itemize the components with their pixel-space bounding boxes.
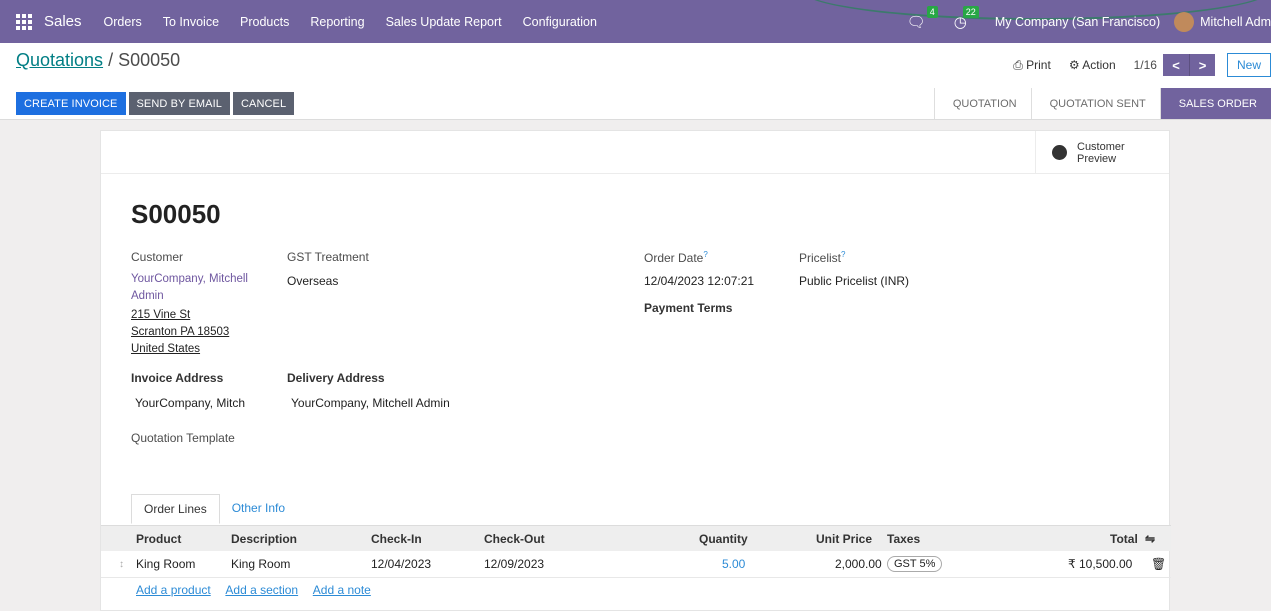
menu-products[interactable]: Products (240, 15, 289, 29)
pager-value[interactable]: 1/16 (1134, 58, 1157, 72)
button-box: Customer Preview (101, 131, 1169, 174)
col-description[interactable]: Description (231, 532, 297, 546)
menu-reporting[interactable]: Reporting (310, 15, 364, 29)
activities-badge: 22 (962, 5, 979, 18)
payment-terms-label: Payment Terms (644, 301, 733, 315)
menu-sales-update-report[interactable]: Sales Update Report (386, 15, 502, 29)
action-buttons: CREATE INVOICE SEND BY EMAIL CANCEL (16, 92, 295, 115)
messages-badge: 4 (926, 5, 938, 18)
order-lines-table: Product Description Check-In Check-Out Q… (101, 525, 1171, 578)
breadcrumb: Quotations / S00050 (16, 50, 180, 71)
cell-description[interactable]: King Room (231, 557, 290, 571)
activities-icon[interactable]: ◷ 22 (954, 5, 979, 31)
customer-name-line-1[interactable]: YourCompany, Mitchell (131, 271, 248, 288)
new-button[interactable]: New (1226, 53, 1271, 77)
pager-previous-button[interactable]: < (1162, 54, 1189, 76)
optional-columns-icon[interactable]: ⇋ (1145, 532, 1155, 546)
order-date-label: Order Date? (644, 250, 708, 265)
send-by-email-button[interactable]: SEND BY EMAIL (128, 92, 230, 115)
gst-treatment-label: GST Treatment (287, 250, 369, 264)
customer-address-line-1[interactable]: 215 Vine St (131, 307, 190, 324)
notebook-tabs: Order Lines Other Info (131, 494, 297, 524)
col-total[interactable]: Total (1110, 532, 1138, 546)
customer-name-line-2[interactable]: Admin (131, 288, 164, 305)
gear-icon: ⚙ (1068, 58, 1080, 72)
user-avatar[interactable] (1174, 11, 1195, 32)
user-menu[interactable]: Mitchell Adm (1200, 15, 1271, 29)
delivery-address-label: Delivery Address (287, 371, 385, 385)
pricelist-help-icon[interactable]: ? (841, 250, 845, 259)
app-switcher-icon[interactable] (16, 13, 34, 31)
status-quotation[interactable]: QUOTATION (933, 88, 1031, 119)
col-unit-price[interactable]: Unit Price (816, 532, 872, 546)
invoice-address-label: Invoice Address (131, 371, 224, 385)
table-header: Product Description Check-In Check-Out Q… (101, 526, 1171, 551)
pager-next-button[interactable]: > (1188, 54, 1215, 76)
tab-other-info[interactable]: Other Info (220, 494, 297, 524)
company-switcher[interactable]: My Company (San Francisco) (995, 15, 1160, 29)
print-label: Print (1026, 57, 1051, 72)
app-name[interactable]: Sales (44, 13, 82, 30)
col-check-in[interactable]: Check-In (371, 532, 422, 546)
cell-unit-price[interactable]: 2,000.00 (835, 557, 882, 571)
order-name: S00050 (131, 199, 221, 229)
pricelist-label-text: Pricelist (799, 251, 842, 265)
order-date-field[interactable]: 12/04/2023 12:07:21 (644, 274, 754, 288)
menu-configuration[interactable]: Configuration (523, 15, 597, 29)
menu-to-invoice[interactable]: To Invoice (163, 15, 219, 29)
cancel-button[interactable]: CANCEL (232, 92, 295, 115)
add-product-link[interactable]: Add a product (136, 583, 211, 597)
cell-total: ₹ 10,500.00 (1068, 557, 1133, 571)
col-product[interactable]: Product (136, 532, 181, 546)
pricelist-field[interactable]: Public Pricelist (INR) (799, 274, 909, 288)
cell-check-in[interactable]: 12/04/2023 (371, 557, 431, 571)
cell-product[interactable]: King Room (136, 557, 195, 571)
quotation-template-label: Quotation Template (131, 431, 235, 445)
form-sheet: Customer Preview S00050 Customer YourCom… (100, 130, 1171, 611)
add-note-link[interactable]: Add a note (313, 583, 371, 597)
tab-order-lines[interactable]: Order Lines (131, 494, 220, 524)
pricelist-label: Pricelist? (799, 250, 845, 265)
top-navbar: Sales Orders To Invoice Products Reporti… (0, 0, 1271, 43)
control-panel: Quotations / S00050 ⎙ Print ⚙ Action 1/1… (0, 43, 1271, 120)
customer-preview-label: Customer Preview (1077, 140, 1125, 165)
print-icon: ⎙ (1013, 57, 1023, 72)
customer-label: Customer (131, 250, 184, 264)
breadcrumb-current: S00050 (118, 50, 181, 70)
customer-preview-button[interactable]: Customer Preview (1035, 131, 1169, 174)
print-button[interactable]: ⎙ Print (1013, 58, 1051, 73)
gst-treatment-field[interactable]: Overseas (287, 274, 338, 288)
status-quotation-sent[interactable]: QUOTATION SENT (1030, 88, 1160, 119)
messages-icon[interactable]: 🗨 4 (907, 5, 938, 31)
order-date-help-icon[interactable]: ? (703, 250, 707, 259)
customer-address-line-3[interactable]: United States (131, 341, 200, 358)
col-quantity[interactable]: Quantity (699, 532, 748, 546)
customer-address-line-2[interactable]: Scranton PA 18503 (131, 324, 229, 341)
breadcrumb-separator: / (103, 50, 119, 70)
col-check-out[interactable]: Check-Out (484, 532, 545, 546)
globe-icon (1052, 145, 1067, 160)
add-line-links: Add a product Add a section Add a note (136, 583, 383, 597)
invoice-address-field[interactable]: YourCompany, Mitch (135, 396, 255, 410)
action-button[interactable]: ⚙ Action (1069, 58, 1116, 72)
statusbar: QUOTATION QUOTATION SENT SALES ORDER (933, 88, 1271, 119)
order-date-label-text: Order Date (644, 251, 704, 265)
status-sales-order[interactable]: SALES ORDER (1159, 88, 1271, 119)
toolbar-right: ⎙ Print ⚙ Action 1/16 < > New (1013, 53, 1271, 77)
cell-tax-badge[interactable]: GST 5% (887, 556, 943, 572)
col-taxes[interactable]: Taxes (887, 532, 920, 546)
drag-handle-icon[interactable]: ↕ (119, 559, 124, 570)
create-invoice-button[interactable]: CREATE INVOICE (16, 92, 126, 115)
breadcrumb-quotations-link[interactable]: Quotations (16, 50, 103, 70)
delivery-address-field[interactable]: YourCompany, Mitchell Admin (291, 396, 450, 410)
table-row[interactable]: ↕ King Room King Room 12/04/2023 12/09/2… (101, 551, 1171, 578)
cell-quantity[interactable]: 5.00 (722, 557, 745, 571)
delete-line-icon[interactable]: 🗑 (1151, 557, 1166, 571)
menu-orders[interactable]: Orders (104, 15, 142, 29)
add-section-link[interactable]: Add a section (225, 583, 298, 597)
cell-check-out[interactable]: 12/09/2023 (484, 557, 544, 571)
action-label: Action (1082, 58, 1116, 72)
